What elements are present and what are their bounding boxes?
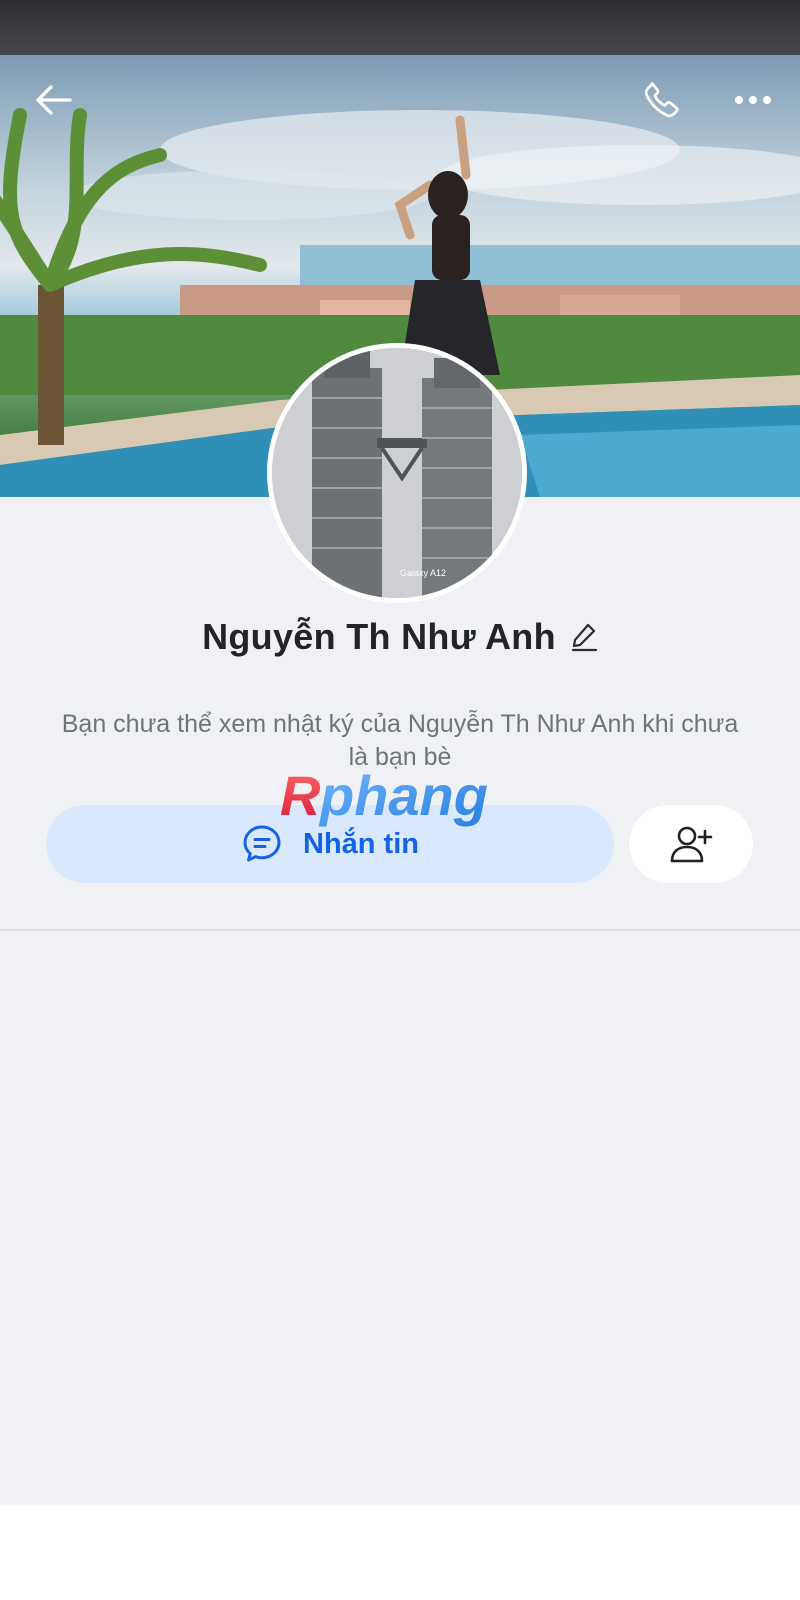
avatar-image: Galaxy A12 — [272, 348, 522, 598]
profile-name: Nguyễn Th Như Anh — [202, 616, 556, 657]
bottom-panel — [0, 1505, 800, 1600]
chat-bubble-icon — [243, 825, 281, 862]
arrow-left-icon — [36, 85, 72, 115]
ellipsis-icon — [735, 96, 771, 104]
svg-text:R: R — [280, 765, 321, 827]
pencil-icon — [571, 623, 598, 652]
profile-name-row: Nguyễn Th Như Anh — [0, 612, 800, 662]
avatar-caption: Galaxy A12 — [400, 568, 446, 578]
section-divider — [0, 929, 800, 931]
edit-name-button[interactable] — [570, 622, 598, 652]
watermark-graphic: R phang — [280, 764, 488, 827]
avatar[interactable]: Galaxy A12 — [267, 343, 527, 603]
more-button[interactable] — [725, 72, 781, 128]
svg-text:phang: phang — [318, 765, 488, 827]
back-button[interactable] — [26, 72, 82, 128]
add-friend-button[interactable] — [629, 805, 753, 883]
phone-icon — [644, 82, 679, 118]
status-bar — [0, 0, 800, 55]
watermark-logo: R phang — [280, 764, 525, 835]
user-plus-icon — [670, 826, 713, 863]
call-button[interactable] — [634, 72, 690, 128]
